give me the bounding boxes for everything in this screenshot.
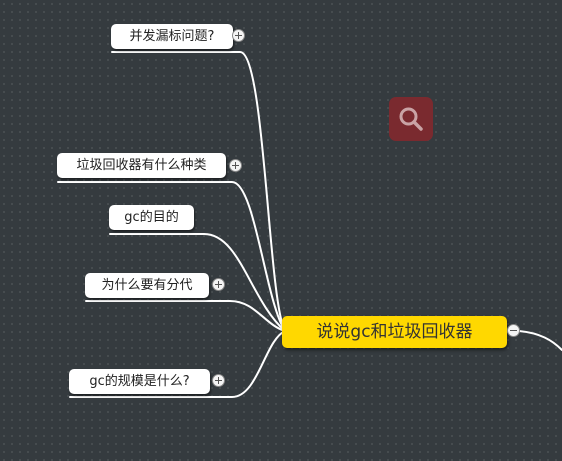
topic-node-collector-types[interactable]: 垃圾回收器有什么种类 — [57, 153, 226, 178]
mind-map-canvas[interactable]: 并发漏标问题? 垃圾回收器有什么种类 gc的目的 为什么要有分代 gc的规模是什… — [0, 0, 562, 461]
topic-node-gc-scale[interactable]: gc的规模是什么? — [69, 369, 210, 394]
topic-node-gc-purpose[interactable]: gc的目的 — [109, 205, 194, 230]
topic-node-why-generational[interactable]: 为什么要有分代 — [85, 273, 209, 298]
search-icon — [399, 107, 423, 131]
expand-toggle-icon[interactable] — [212, 374, 225, 387]
expand-toggle-icon[interactable] — [212, 278, 225, 291]
connector-line-outgoing — [518, 330, 562, 351]
search-button[interactable] — [389, 97, 433, 141]
collapse-toggle-icon[interactable] — [507, 324, 520, 337]
expand-toggle-icon[interactable] — [229, 159, 242, 172]
topic-node-concurrent-marking[interactable]: 并发漏标问题? — [111, 24, 233, 49]
connector-line-4 — [85, 300, 286, 332]
expand-toggle-icon[interactable] — [232, 29, 245, 42]
central-topic[interactable]: 说说gc和垃圾回收器 — [282, 316, 507, 348]
